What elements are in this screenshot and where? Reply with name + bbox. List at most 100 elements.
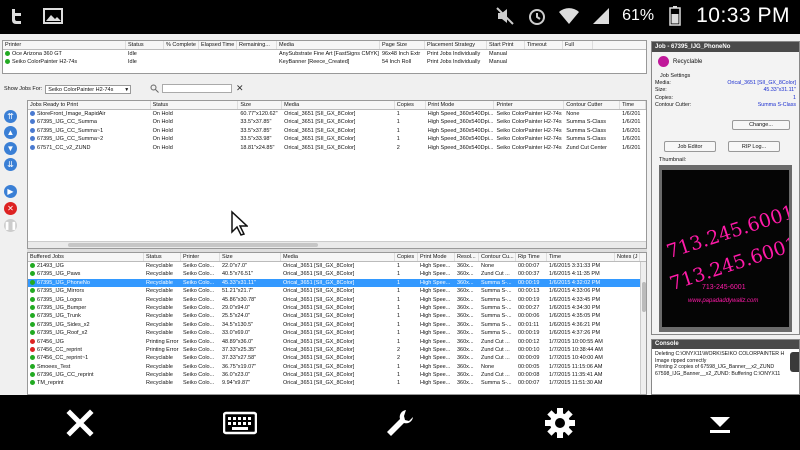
buffered-job-row[interactable]: 67456_CC_reprint Printing Error Seiko Colo… — [28, 346, 646, 354]
ready-hscrollbar[interactable] — [28, 241, 646, 248]
ready-job-row[interactable]: 67395_IJG_CC_Summa~1 On Hold 33.5"x37.85" O… — [28, 127, 646, 135]
col-job-name[interactable]: Jobs Ready to Print — [28, 101, 151, 109]
buffered-job-row[interactable]: 67395_IJG_Roof_x2 Recyclable Seiko Colo...… — [28, 329, 646, 337]
col-time[interactable]: Time — [620, 101, 646, 109]
col-printer[interactable]: Printer — [3, 41, 126, 49]
buffered-scroll-thumb[interactable] — [642, 282, 646, 312]
col-contour-cutter[interactable]: Contour Cu... — [479, 253, 516, 261]
col-print-mode[interactable]: Print Mode — [418, 253, 455, 261]
printer-row[interactable]: Oce Arizona 360 GT Idle AnySubstrate Fin… — [3, 50, 646, 58]
delete-icon[interactable]: ✕ — [4, 202, 17, 215]
col-remaining[interactable]: Remaining... — [237, 41, 277, 49]
move-top-icon[interactable]: ⇈ — [4, 110, 17, 123]
col-elapsed[interactable]: Elapsed Time — [199, 41, 237, 49]
buffered-job-row[interactable]: 67395_IJG_Sides_x2 Recyclable Seiko Colo..… — [28, 321, 646, 329]
cell: Orical_3651 [SII_GX_8Color] — [283, 288, 355, 295]
col-page-size[interactable]: Page Size — [380, 41, 425, 49]
recyclable-icon — [30, 288, 35, 294]
printer-select[interactable]: Seiko ColorPainter H2-74s ▼ — [45, 84, 132, 94]
cell: Zund Cut ... — [481, 346, 510, 353]
signal-icon — [590, 5, 612, 27]
cell — [615, 363, 640, 371]
printer-row[interactable]: Seiko ColorPainter H2-74s Idle KeyBanner… — [3, 58, 646, 66]
ready-job-row[interactable]: 67571_CC_v2_ZUND On Hold 18.81"x24.85" Oric… — [28, 144, 646, 152]
ready-scroll-thumb[interactable] — [68, 243, 318, 247]
col-size[interactable]: Size — [220, 253, 281, 261]
cell: 18.81"x24.85" — [240, 144, 275, 151]
battery-percent: 61% — [622, 7, 655, 24]
thumbnail-phone-small: 713-245-6001 — [702, 284, 746, 291]
search-input[interactable] — [162, 84, 232, 93]
buffered-job-row[interactable]: 67395_IJG_PhoneNo Recyclable Seiko Colo...… — [28, 278, 646, 288]
job-editor-button[interactable]: Job Editor — [664, 141, 716, 152]
hide-keyboard-icon[interactable] — [700, 403, 740, 443]
cell: Recyclable — [146, 313, 173, 320]
col-rip-time[interactable]: Rip Time — [516, 253, 547, 261]
buffered-job-row[interactable]: 67395_IJG_Paws Recyclable Seiko Colo... 40.… — [28, 270, 646, 278]
buffered-vscrollbar[interactable] — [640, 262, 646, 394]
change-button[interactable]: Change... — [732, 120, 790, 130]
cell: 1 — [397, 279, 401, 286]
clear-search-icon[interactable]: ✕ — [236, 83, 244, 94]
col-job-name[interactable]: Buffered Jobs — [28, 253, 144, 261]
col-resolution[interactable]: Resol... — [455, 253, 479, 261]
cell: 2 — [396, 144, 400, 151]
ready-job-row[interactable]: 67395_IJG_CC_Summa~2 On Hold 33.5"x33.98" O… — [28, 135, 646, 143]
ready-job-row[interactable]: StoreFront_Image_RapidAir On Hold 60.77"x1… — [28, 110, 646, 118]
cell: High Spee... — [420, 288, 451, 295]
close-icon[interactable] — [60, 403, 100, 443]
col-print-mode[interactable]: Print Mode — [426, 101, 495, 109]
col-complete[interactable]: % Complete — [164, 41, 199, 49]
cell: 1 — [397, 313, 401, 320]
cell: 360x... — [457, 263, 474, 269]
cell: Orical_3651 [SII_GX_8Color] — [283, 296, 355, 303]
col-copies[interactable]: Copies — [395, 101, 426, 109]
col-status[interactable]: Status — [126, 41, 164, 49]
col-media[interactable]: Media — [282, 101, 395, 109]
buffered-job-row[interactable]: 67396_IJG_CC_reprint Recyclable Seiko Colo… — [28, 371, 646, 379]
col-printer[interactable]: Printer — [181, 253, 220, 261]
job-status-text: Recyclable — [673, 58, 703, 65]
col-size[interactable]: Size — [238, 101, 283, 109]
ready-job-row[interactable]: 67395_IJG_CC_Summa On Hold 33.5"x37.85" Ori… — [28, 118, 646, 126]
keyboard-icon[interactable] — [220, 403, 260, 443]
cell: Seiko ColorPainter H2-74s — [496, 119, 562, 126]
col-full[interactable]: Full — [563, 41, 593, 49]
buffered-jobs-rows: 21493_IJG Recyclable Seiko Colo... 22.0"x7.… — [28, 262, 646, 388]
wrench-icon[interactable] — [380, 403, 420, 443]
buffered-job-row[interactable]: 67456_IJG Printing Error Seiko Colo... 48.8… — [28, 338, 646, 346]
buffered-job-row[interactable]: 67456_CC_reprint~1 Recyclable Seiko Colo..… — [28, 354, 646, 362]
col-time[interactable]: Time — [547, 253, 615, 261]
col-notes[interactable]: Notes (J — [615, 253, 640, 261]
buffered-job-row[interactable]: 67395_IJG_Logos Recyclable Seiko Colo... 45… — [28, 296, 646, 304]
col-media[interactable]: Media — [281, 253, 395, 261]
col-media[interactable]: Media — [277, 41, 380, 49]
col-status[interactable]: Status — [151, 101, 239, 109]
android-float-icon[interactable] — [790, 352, 799, 372]
move-down-icon[interactable]: ▼ — [4, 142, 17, 155]
buffered-job-row[interactable]: 21493_IJG Recyclable Seiko Colo... 22.0"x7.… — [28, 262, 646, 270]
buffered-job-row[interactable]: Smoees_Test Recyclable Seiko Colo... 36.75"… — [28, 363, 646, 371]
cell: 360x... — [457, 288, 474, 295]
buffered-job-row[interactable]: 67395_IJG_Trunk Recyclable Seiko Colo... 25… — [28, 312, 646, 320]
print-icon[interactable]: ▶ — [4, 185, 17, 198]
buffered-job-row[interactable]: TM_reprint Recyclable Seiko Colo... 9.94"x9… — [28, 379, 646, 387]
col-printer[interactable]: Printer — [494, 101, 565, 109]
cell — [615, 338, 640, 346]
col-start-print[interactable]: Start Print — [487, 41, 525, 49]
col-copies[interactable]: Copies — [395, 253, 418, 261]
pause-icon[interactable]: ❚❚ — [4, 219, 17, 232]
search-icon[interactable] — [150, 84, 159, 93]
rip-log-button[interactable]: RIP Log... — [728, 141, 780, 152]
printer-start-print: Manual — [489, 59, 508, 66]
gear-icon[interactable] — [540, 403, 580, 443]
col-timeout[interactable]: Timeout — [525, 41, 563, 49]
col-contour-cutter[interactable]: Contour Cutter — [564, 101, 621, 109]
col-placement[interactable]: Placement Strategy — [425, 41, 487, 49]
col-status[interactable]: Status — [144, 253, 181, 261]
move-bottom-icon[interactable]: ⇊ — [4, 158, 17, 171]
move-up-icon[interactable]: ▲ — [4, 126, 17, 139]
buffered-job-row[interactable]: 67395_IJG_Mirrors Recyclable Seiko Colo...… — [28, 287, 646, 295]
console-log[interactable]: Deleting C:\ONYX11\WORK\SEIKO COLORPAINT… — [652, 349, 799, 379]
buffered-job-row[interactable]: 67395_IJG_Bumper Recyclable Seiko Colo... 2… — [28, 304, 646, 312]
